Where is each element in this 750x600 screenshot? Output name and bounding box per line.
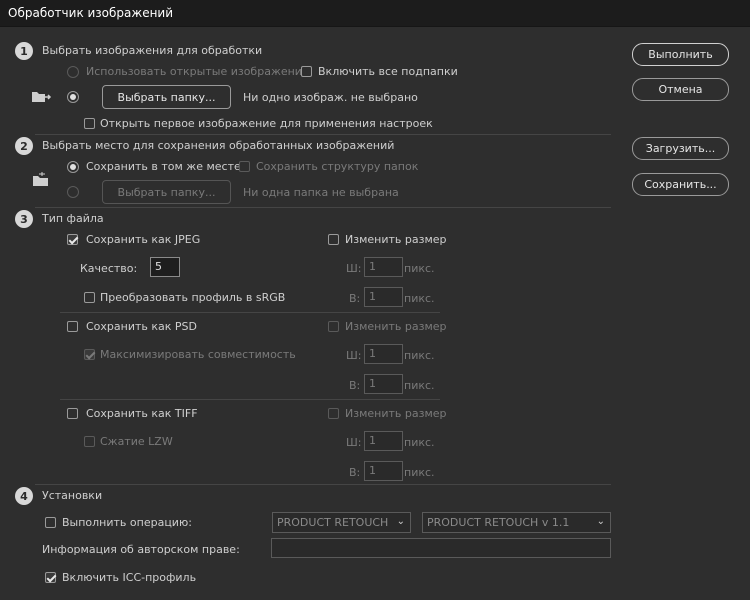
save-settings-button[interactable]: Сохранить... (632, 173, 729, 196)
run-button[interactable]: Выполнить (632, 43, 729, 66)
quality-input[interactable]: 5 (150, 257, 180, 277)
save-jpeg-label: Сохранить как JPEG (86, 233, 201, 246)
psd-resize-label: Изменить размер (345, 320, 447, 333)
action-set-select[interactable]: PRODUCT RETOUCH ⌄ (272, 512, 411, 533)
include-icc-checkbox[interactable] (45, 572, 56, 583)
dest-status-text: Ни одна папка не выбрана (243, 186, 399, 199)
psd-width-input[interactable]: 1 (364, 344, 403, 364)
tiff-width-unit: пикс. (404, 436, 435, 449)
jpeg-resize-label: Изменить размер (345, 233, 447, 246)
jpeg-width-unit: пикс. (404, 262, 435, 275)
convert-srgb-label: Преобразовать профиль в sRGB (100, 291, 286, 304)
step-2-badge: 2 (15, 137, 33, 155)
copyright-label: Информация об авторском праве: (42, 543, 240, 556)
folder-arrow-icon (32, 92, 52, 102)
psd-resize-checkbox[interactable] (328, 321, 339, 332)
tiff-height-input[interactable]: 1 (364, 461, 403, 481)
divider (60, 312, 440, 313)
include-subfolders-checkbox[interactable] (301, 66, 312, 77)
chevron-down-icon: ⌄ (596, 516, 605, 527)
maximize-compat-label: Максимизировать совместимость (100, 348, 296, 361)
open-first-image-label: Открыть первое изображение для применени… (100, 117, 433, 130)
tiff-width-label: Ш: (346, 436, 362, 449)
lzw-checkbox[interactable] (84, 436, 95, 447)
save-tiff-label: Сохранить как TIFF (86, 407, 198, 420)
convert-srgb-checkbox[interactable] (84, 292, 95, 303)
tiff-resize-label: Изменить размер (345, 407, 447, 420)
section4-title: Установки (42, 489, 103, 502)
section2-title: Выбрать место для сохранения обработанны… (42, 139, 395, 152)
include-icc-label: Включить ICC-профиль (62, 571, 197, 584)
jpeg-height-input[interactable]: 1 (364, 287, 403, 307)
tiff-height-unit: пикс. (404, 466, 435, 479)
psd-width-label: Ш: (346, 349, 362, 362)
include-subfolders-label: Включить все подпапки (318, 65, 458, 78)
divider (35, 207, 611, 208)
select-dest-folder-button[interactable]: Выбрать папку... (102, 180, 231, 204)
divider (60, 399, 440, 400)
save-psd-label: Сохранить как PSD (86, 320, 197, 333)
load-button[interactable]: Загрузить... (632, 137, 729, 160)
lzw-label: Сжатие LZW (100, 435, 173, 448)
cancel-button[interactable]: Отмена (632, 78, 729, 101)
step-3-badge: 3 (15, 210, 33, 228)
source-status-text: Ни одно изображ. не выбрано (243, 91, 418, 104)
section1-title: Выбрать изображения для обработки (42, 44, 263, 57)
jpeg-resize-checkbox[interactable] (328, 234, 339, 245)
action-set-value: PRODUCT RETOUCH (277, 516, 389, 529)
folder-dest-icon (33, 172, 48, 186)
section3-title: Тип файла (42, 212, 104, 225)
tiff-width-input[interactable]: 1 (364, 431, 403, 451)
step-4-badge: 4 (15, 487, 33, 505)
chevron-down-icon: ⌄ (396, 516, 405, 527)
save-psd-checkbox[interactable] (67, 321, 78, 332)
psd-height-unit: пикс. (404, 379, 435, 392)
jpeg-height-unit: пикс. (404, 292, 435, 305)
copyright-input[interactable] (271, 538, 611, 558)
psd-width-unit: пикс. (404, 349, 435, 362)
select-folder-radio[interactable] (67, 91, 79, 103)
open-first-image-checkbox[interactable] (84, 118, 95, 129)
save-jpeg-checkbox[interactable] (67, 234, 78, 245)
tiff-height-label: В: (349, 466, 361, 479)
action-value: PRODUCT RETOUCH v 1.1 (427, 516, 570, 529)
keep-structure-checkbox[interactable] (239, 161, 250, 172)
psd-height-input[interactable]: 1 (364, 374, 403, 394)
run-action-label: Выполнить операцию: (62, 516, 192, 529)
save-same-place-label: Сохранить в том же месте (86, 160, 241, 173)
select-dest-folder-radio[interactable] (67, 186, 79, 198)
window-title: Обработчик изображений (8, 6, 174, 20)
use-open-images-label: Использовать открытые изображения (86, 65, 309, 78)
run-action-checkbox[interactable] (45, 517, 56, 528)
maximize-compat-checkbox[interactable] (84, 349, 95, 360)
divider (35, 134, 611, 135)
psd-height-label: В: (349, 379, 361, 392)
save-tiff-checkbox[interactable] (67, 408, 78, 419)
jpeg-width-label: Ш: (346, 262, 362, 275)
action-select[interactable]: PRODUCT RETOUCH v 1.1 ⌄ (422, 512, 611, 533)
save-same-place-radio[interactable] (67, 161, 79, 173)
keep-structure-label: Сохранить структуру папок (256, 160, 419, 173)
use-open-images-radio[interactable] (67, 66, 79, 78)
divider (35, 484, 611, 485)
quality-label: Качество: (80, 262, 138, 275)
step-1-badge: 1 (15, 42, 33, 60)
tiff-resize-checkbox[interactable] (328, 408, 339, 419)
jpeg-width-input[interactable]: 1 (364, 257, 403, 277)
select-source-folder-button[interactable]: Выбрать папку... (102, 85, 231, 109)
jpeg-height-label: В: (349, 292, 361, 305)
title-bar: Обработчик изображений (0, 0, 750, 27)
